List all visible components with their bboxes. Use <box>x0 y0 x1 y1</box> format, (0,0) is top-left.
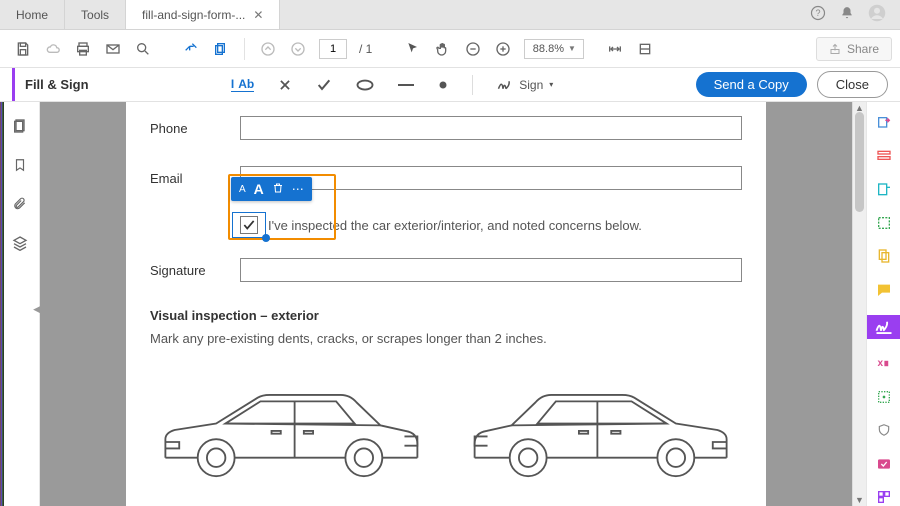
document-canvas[interactable]: Phone Email A A ⋯ <box>40 102 852 506</box>
inspection-checkbox-label: I've inspected the car exterior/interior… <box>268 218 642 233</box>
fill-sign-title: Fill & Sign <box>25 77 89 92</box>
rr-export-icon[interactable] <box>874 114 894 131</box>
rr-measure-icon[interactable] <box>874 388 894 405</box>
page-up-icon[interactable] <box>259 40 277 58</box>
annotation-toolbar[interactable]: A A ⋯ <box>231 177 312 201</box>
more-icon[interactable]: ⋯ <box>292 182 304 196</box>
car-left-side[interactable] <box>150 370 430 490</box>
pdf-page: Phone Email A A ⋯ <box>126 102 766 506</box>
rr-combine-icon[interactable] <box>874 248 894 265</box>
selection-outline <box>232 212 266 238</box>
send-copy-button[interactable]: Send a Copy <box>696 72 807 97</box>
profile-icon[interactable] <box>868 4 886 25</box>
fit-width-icon[interactable] <box>606 40 624 58</box>
bookmark-icon[interactable] <box>13 157 27 178</box>
hand-pan-icon[interactable] <box>434 40 452 58</box>
mail-icon[interactable] <box>104 40 122 58</box>
bell-icon[interactable] <box>840 6 854 23</box>
hand-drag-icon[interactable] <box>182 40 200 58</box>
car-right-side[interactable] <box>462 370 742 490</box>
rr-shield-icon[interactable] <box>874 422 894 439</box>
tab-home[interactable]: Home <box>0 0 65 29</box>
phone-label: Phone <box>150 121 240 136</box>
scroll-down[interactable]: ▼ <box>853 495 866 505</box>
main-toolbar: / 1 88.8%▼ Share <box>0 30 900 68</box>
tool-text[interactable]: IAb <box>231 77 254 92</box>
copy-page-icon[interactable] <box>212 40 230 58</box>
rr-optimize-icon[interactable] <box>874 455 894 472</box>
select-arrow-icon[interactable] <box>404 40 422 58</box>
page-down-icon[interactable] <box>289 40 307 58</box>
tab-bar: Home Tools fill-and-sign-form-... ✕ ? <box>0 0 900 30</box>
help-icon[interactable]: ? <box>810 5 826 24</box>
print-icon[interactable] <box>74 40 92 58</box>
rr-protect-icon[interactable] <box>874 214 894 231</box>
tool-line[interactable] <box>398 83 414 87</box>
scroll-thumb[interactable] <box>855 112 864 212</box>
fit-page-icon[interactable] <box>636 40 654 58</box>
vertical-scrollbar[interactable]: ▲ ▼ <box>852 102 866 506</box>
phone-field[interactable] <box>240 116 742 140</box>
email-label: Email <box>150 171 240 186</box>
cloud-icon[interactable] <box>44 40 62 58</box>
tool-sign[interactable]: Sign▾ <box>497 78 553 92</box>
svg-text:?: ? <box>815 8 820 18</box>
rr-more-icon[interactable] <box>874 489 894 506</box>
tool-circle[interactable] <box>356 79 374 91</box>
main-area: ◀ Phone Email A A ⋯ <box>0 102 900 506</box>
tool-check[interactable] <box>316 77 332 93</box>
rr-comment-icon[interactable] <box>874 281 894 298</box>
rr-redact-icon[interactable]: x∎ <box>874 355 894 372</box>
close-button[interactable]: Close <box>817 71 888 98</box>
car-diagrams <box>150 370 742 490</box>
section-title: Visual inspection – exterior <box>150 308 742 323</box>
text-smaller-icon[interactable]: A <box>239 184 246 195</box>
tool-dot[interactable] <box>438 80 448 90</box>
close-tab-icon[interactable]: ✕ <box>253 8 263 22</box>
layers-icon[interactable] <box>12 235 28 256</box>
page-number-input[interactable] <box>319 39 347 59</box>
selection-handle[interactable] <box>262 234 270 242</box>
thumbnails-icon[interactable] <box>12 118 28 139</box>
leftrail-collapse[interactable]: ◀ <box>33 304 40 315</box>
delete-icon[interactable] <box>272 182 284 197</box>
tool-cross[interactable] <box>278 78 292 92</box>
right-rail: x∎ <box>866 102 900 506</box>
attachment-icon[interactable] <box>13 196 27 217</box>
zoom-in-icon[interactable] <box>494 40 512 58</box>
save-icon[interactable] <box>14 40 32 58</box>
share-button[interactable]: Share <box>816 37 892 61</box>
text-larger-icon[interactable]: A <box>254 181 264 197</box>
page-total-label: / 1 <box>359 42 372 56</box>
rr-organize-icon[interactable] <box>874 147 894 164</box>
fill-sign-bar: Fill & Sign IAb Sign▾ Send a Copy Close <box>0 68 900 102</box>
zoom-out-icon[interactable] <box>464 40 482 58</box>
tab-tools[interactable]: Tools <box>65 0 126 29</box>
tab-document[interactable]: fill-and-sign-form-... ✕ <box>126 0 280 29</box>
rr-edit-icon[interactable] <box>874 181 894 198</box>
zoom-select[interactable]: 88.8%▼ <box>524 39 584 59</box>
email-field[interactable] <box>240 166 742 190</box>
search-icon[interactable] <box>134 40 152 58</box>
signature-field[interactable] <box>240 258 742 282</box>
section-description: Mark any pre-existing dents, cracks, or … <box>150 331 742 346</box>
left-rail: ◀ <box>0 102 40 506</box>
rr-fillsign-icon[interactable] <box>867 315 900 339</box>
left-edge-decoration <box>0 102 4 506</box>
signature-label: Signature <box>150 263 240 278</box>
